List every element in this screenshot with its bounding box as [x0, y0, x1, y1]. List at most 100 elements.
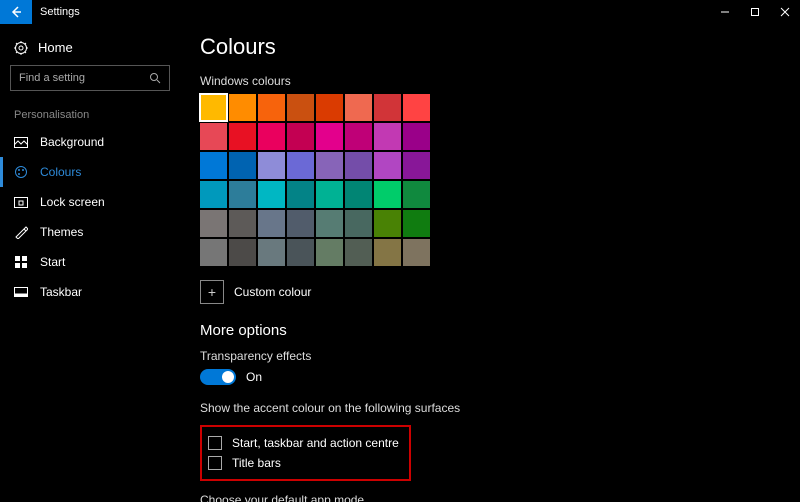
colour-swatch[interactable]	[200, 210, 227, 237]
colour-swatch[interactable]	[374, 123, 401, 150]
checkbox-label: Start, taskbar and action centre	[232, 436, 399, 450]
start-icon	[14, 256, 28, 268]
colour-swatch[interactable]	[200, 123, 227, 150]
checkbox-icon	[208, 436, 222, 450]
sidebar-item-label: Start	[40, 255, 65, 269]
colour-swatch[interactable]	[374, 181, 401, 208]
accent-surfaces-highlight: Start, taskbar and action centre Title b…	[200, 425, 411, 481]
app-mode-label: Choose your default app mode	[200, 493, 800, 502]
window-title: Settings	[40, 6, 80, 18]
sidebar-item-taskbar[interactable]: Taskbar	[0, 277, 180, 307]
minimize-icon	[720, 7, 730, 17]
sidebar-section-label: Personalisation	[0, 103, 180, 127]
colour-swatch[interactable]	[403, 239, 430, 266]
search-icon	[149, 72, 161, 84]
sidebar-item-start[interactable]: Start	[0, 247, 180, 277]
maximize-icon	[750, 7, 760, 17]
colour-swatch[interactable]	[287, 94, 314, 121]
colour-swatch[interactable]	[258, 123, 285, 150]
colour-swatch[interactable]	[200, 181, 227, 208]
transparency-value: On	[246, 370, 262, 384]
colour-swatch[interactable]	[374, 210, 401, 237]
checkbox-icon	[208, 456, 222, 470]
colour-swatch[interactable]	[403, 94, 430, 121]
colour-swatch[interactable]	[200, 239, 227, 266]
colour-swatch[interactable]	[403, 152, 430, 179]
main-content: Colours Windows colours + Custom colour …	[180, 24, 800, 502]
sidebar-item-label: Lock screen	[40, 195, 105, 209]
colour-swatch[interactable]	[258, 239, 285, 266]
search-input[interactable]: Find a setting	[10, 65, 170, 91]
colour-swatch[interactable]	[345, 123, 372, 150]
arrow-left-icon	[9, 5, 23, 19]
sidebar-item-label: Themes	[40, 225, 83, 239]
colour-swatch[interactable]	[258, 94, 285, 121]
home-nav[interactable]: Home	[0, 34, 180, 65]
colour-swatch[interactable]	[229, 181, 256, 208]
colour-swatch[interactable]	[345, 152, 372, 179]
colour-swatch[interactable]	[345, 94, 372, 121]
title-bar: Settings	[0, 0, 800, 24]
colour-swatch[interactable]	[287, 210, 314, 237]
colour-swatch[interactable]	[229, 239, 256, 266]
accent-surfaces-label: Show the accent colour on the following …	[200, 401, 800, 415]
custom-colour-row[interactable]: + Custom colour	[200, 280, 800, 304]
minimize-button[interactable]	[710, 0, 740, 24]
sidebar: Home Find a setting Personalisation Back…	[0, 24, 180, 502]
colour-swatch[interactable]	[345, 210, 372, 237]
colour-swatch[interactable]	[374, 152, 401, 179]
close-button[interactable]	[770, 0, 800, 24]
colour-swatch[interactable]	[229, 94, 256, 121]
plus-icon: +	[200, 280, 224, 304]
colour-swatch[interactable]	[403, 181, 430, 208]
colour-swatch[interactable]	[316, 181, 343, 208]
colour-swatch[interactable]	[229, 123, 256, 150]
colour-swatch[interactable]	[258, 152, 285, 179]
colour-swatch[interactable]	[229, 152, 256, 179]
page-title: Colours	[200, 34, 800, 60]
sidebar-item-background[interactable]: Background	[0, 127, 180, 157]
colour-swatch[interactable]	[316, 123, 343, 150]
colour-swatch[interactable]	[287, 123, 314, 150]
sidebar-item-colours[interactable]: Colours	[0, 157, 180, 187]
close-icon	[780, 7, 790, 17]
colour-swatch[interactable]	[374, 94, 401, 121]
back-button[interactable]	[0, 0, 32, 24]
colour-swatch[interactable]	[258, 181, 285, 208]
colour-swatch[interactable]	[287, 152, 314, 179]
colour-swatch[interactable]	[403, 123, 430, 150]
colour-swatch[interactable]	[345, 181, 372, 208]
colour-swatch[interactable]	[229, 210, 256, 237]
colour-swatch[interactable]	[258, 210, 285, 237]
colour-swatch[interactable]	[316, 239, 343, 266]
colour-swatch[interactable]	[374, 239, 401, 266]
checkbox-label: Title bars	[232, 456, 281, 470]
home-label: Home	[38, 40, 73, 55]
colour-swatch[interactable]	[287, 239, 314, 266]
picture-icon	[14, 137, 28, 148]
checkbox-start-taskbar[interactable]: Start, taskbar and action centre	[208, 433, 399, 453]
window-controls	[710, 0, 800, 24]
transparency-toggle[interactable]	[200, 369, 236, 385]
colour-swatch[interactable]	[403, 210, 430, 237]
transparency-label: Transparency effects	[200, 349, 800, 363]
checkbox-title-bars[interactable]: Title bars	[208, 453, 399, 473]
custom-colour-label: Custom colour	[234, 285, 311, 299]
maximize-button[interactable]	[740, 0, 770, 24]
search-placeholder: Find a setting	[19, 72, 85, 84]
sidebar-item-label: Background	[40, 135, 104, 149]
palette-icon	[14, 165, 28, 179]
colour-swatch[interactable]	[200, 94, 227, 121]
windows-colours-label: Windows colours	[200, 74, 800, 88]
lock-screen-icon	[14, 197, 28, 208]
gear-icon	[14, 41, 28, 55]
themes-icon	[14, 225, 28, 239]
sidebar-item-lock-screen[interactable]: Lock screen	[0, 187, 180, 217]
colour-swatch[interactable]	[200, 152, 227, 179]
colour-swatch[interactable]	[316, 152, 343, 179]
colour-swatch[interactable]	[345, 239, 372, 266]
colour-swatch[interactable]	[316, 94, 343, 121]
colour-swatch[interactable]	[287, 181, 314, 208]
sidebar-item-themes[interactable]: Themes	[0, 217, 180, 247]
colour-swatch[interactable]	[316, 210, 343, 237]
